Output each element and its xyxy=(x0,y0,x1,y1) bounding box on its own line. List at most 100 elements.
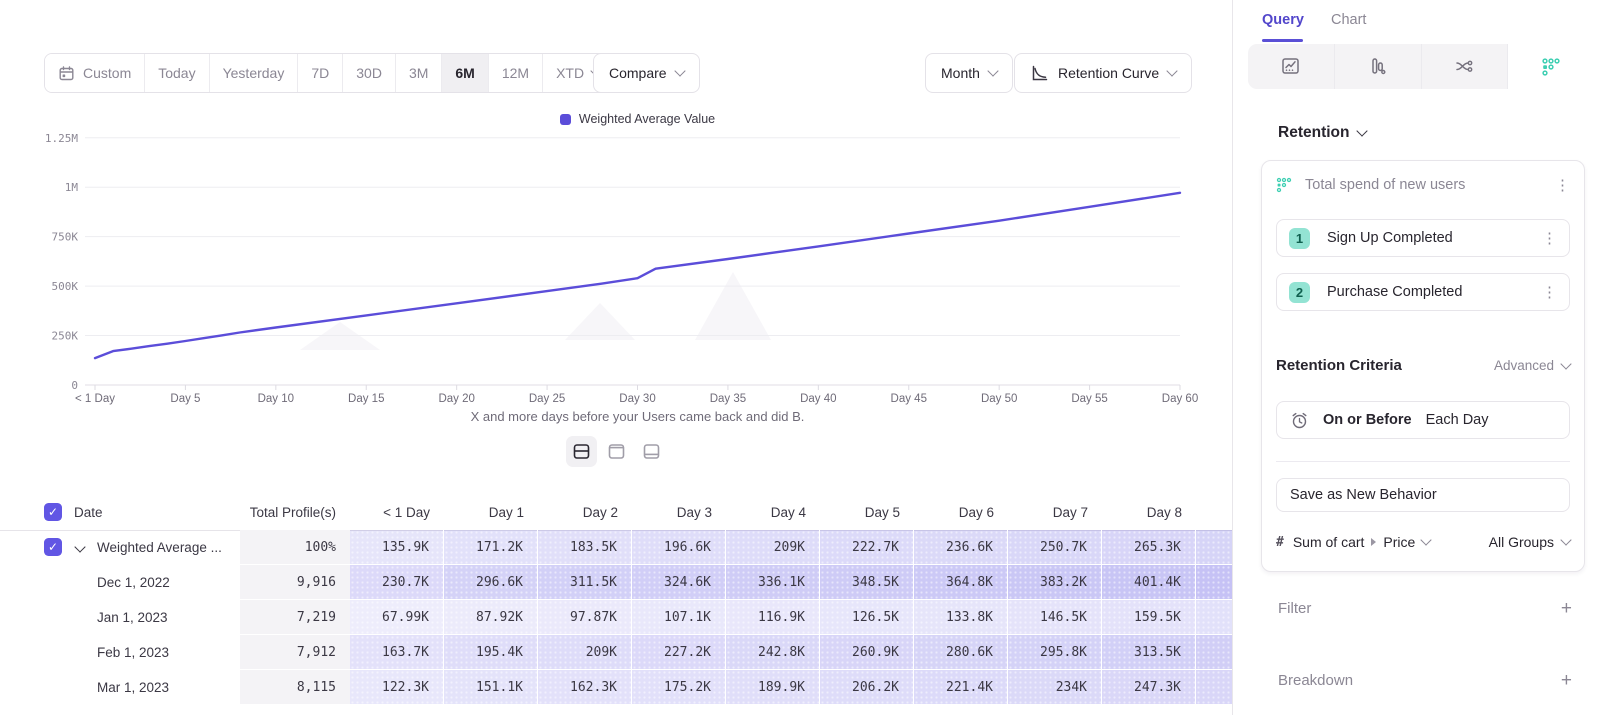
range-button-3m[interactable]: 3M xyxy=(396,54,442,92)
retention-value-cell[interactable]: 265.3K xyxy=(1102,530,1196,565)
kebab-menu-icon[interactable]: ⋮ xyxy=(1542,285,1557,300)
table-row[interactable]: Dec 1, 20229,916230.7K296.6K311.5K324.6K… xyxy=(0,565,1232,600)
add-breakdown-button[interactable]: + xyxy=(1561,671,1572,690)
chart-only-view-button[interactable] xyxy=(601,436,632,467)
retention-value-cell[interactable]: 122.3K xyxy=(350,670,444,705)
range-button-yesterday[interactable]: Yesterday xyxy=(210,54,299,92)
retention-value-cell[interactable]: 227.2K xyxy=(632,635,726,670)
retention-value-cell[interactable]: 250.7K xyxy=(1008,530,1102,565)
criteria-mode-dropdown[interactable]: Advanced xyxy=(1494,358,1570,373)
table-row[interactable]: Jan 1, 20237,21967.99K87.92K97.87K107.1K… xyxy=(0,600,1232,635)
table-row[interactable]: Mar 1, 20238,115122.3K151.1K162.3K175.2K… xyxy=(0,670,1232,705)
retention-value-cell[interactable]: 189.9K xyxy=(726,670,820,705)
tab-chart[interactable]: Chart xyxy=(1331,12,1366,28)
range-button-7d[interactable]: 7D xyxy=(298,54,343,92)
behavior-step-2[interactable]: 2Purchase Completed⋮ xyxy=(1276,273,1570,311)
bar-chart-icon[interactable] xyxy=(1335,44,1422,89)
save-as-new-behavior-button[interactable]: Save as New Behavior xyxy=(1276,478,1570,512)
retention-value-cell[interactable]: 236.6K xyxy=(914,530,1008,565)
behavior-step-1[interactable]: 1Sign Up Completed⋮ xyxy=(1276,219,1570,257)
granularity-button[interactable]: Month xyxy=(925,53,1013,93)
compare-button[interactable]: Compare xyxy=(593,53,700,93)
range-button-custom[interactable]: Custom xyxy=(45,54,145,92)
retention-value-cell-clipped[interactable] xyxy=(1196,565,1232,600)
retention-value-cell[interactable]: 171.2K xyxy=(444,530,538,565)
retention-value-cell[interactable]: 195.4K xyxy=(444,635,538,670)
tab-query[interactable]: Query xyxy=(1262,12,1304,28)
measure-dropdown[interactable]: Sum of cart Price xyxy=(1293,534,1431,550)
column-header-day-5[interactable]: Day 5 xyxy=(820,494,914,530)
retention-value-cell[interactable]: 97.87K xyxy=(538,600,632,635)
retention-value-cell[interactable]: 280.6K xyxy=(914,635,1008,670)
retention-value-cell[interactable]: 336.1K xyxy=(726,565,820,600)
kebab-menu-icon[interactable]: ⋮ xyxy=(1542,231,1557,246)
retention-value-cell[interactable]: 242.8K xyxy=(726,635,820,670)
insights-chart-icon[interactable] xyxy=(1248,44,1335,89)
range-button-30d[interactable]: 30D xyxy=(343,54,396,92)
retention-value-cell[interactable]: 296.6K xyxy=(444,565,538,600)
criteria-condition-row[interactable]: On or Before Each Day xyxy=(1276,401,1570,439)
retention-value-cell[interactable]: 313.5K xyxy=(1102,635,1196,670)
retention-value-cell[interactable]: 116.9K xyxy=(726,600,820,635)
retention-value-cell[interactable]: 196.6K xyxy=(632,530,726,565)
retention-curve-chart[interactable]: 0250K500K750K1M1.25M< 1 DayDay 5Day 10Da… xyxy=(0,100,1232,420)
retention-value-cell[interactable]: 126.5K xyxy=(820,600,914,635)
retention-value-cell[interactable]: 159.5K xyxy=(1102,600,1196,635)
retention-value-cell[interactable]: 151.1K xyxy=(444,670,538,705)
column-header--1-day[interactable]: < 1 Day xyxy=(350,494,444,530)
range-button-12m[interactable]: 12M xyxy=(489,54,543,92)
criteria-unit-label[interactable]: Each Day xyxy=(1426,412,1489,428)
retention-value-cell[interactable]: 311.5K xyxy=(538,565,632,600)
retention-grid-icon[interactable] xyxy=(1508,44,1594,89)
groups-dropdown[interactable]: All Groups xyxy=(1489,534,1570,550)
chart-style-button[interactable]: Retention Curve xyxy=(1014,53,1192,93)
column-header-day-2[interactable]: Day 2 xyxy=(538,494,632,530)
column-header-day-3[interactable]: Day 3 xyxy=(632,494,726,530)
retention-value-cell[interactable]: 324.6K xyxy=(632,565,726,600)
table-row[interactable]: Feb 1, 20237,912163.7K195.4K209K227.2K24… xyxy=(0,635,1232,670)
retention-value-cell[interactable]: 295.8K xyxy=(1008,635,1102,670)
retention-value-cell[interactable]: 260.9K xyxy=(820,635,914,670)
range-button-6m[interactable]: 6M xyxy=(442,54,488,92)
retention-value-cell[interactable]: 222.7K xyxy=(820,530,914,565)
retention-value-cell[interactable]: 87.92K xyxy=(444,600,538,635)
column-header-date[interactable]: Date xyxy=(0,494,240,530)
column-header-day-7[interactable]: Day 7 xyxy=(1008,494,1102,530)
retention-value-cell[interactable]: 230.7K xyxy=(350,565,444,600)
retention-value-cell[interactable]: 348.5K xyxy=(820,565,914,600)
retention-value-cell[interactable]: 221.4K xyxy=(914,670,1008,705)
kebab-menu-icon[interactable]: ⋮ xyxy=(1555,178,1570,193)
column-header-day-4[interactable]: Day 4 xyxy=(726,494,820,530)
column-header-day-6[interactable]: Day 6 xyxy=(914,494,1008,530)
range-button-today[interactable]: Today xyxy=(145,54,209,92)
retention-value-cell[interactable]: 401.4K xyxy=(1102,565,1196,600)
add-filter-button[interactable]: + xyxy=(1561,599,1572,618)
split-view-button[interactable] xyxy=(566,436,597,467)
report-type-dropdown[interactable]: Retention xyxy=(1278,124,1366,142)
retention-value-cell-clipped[interactable] xyxy=(1196,670,1232,705)
retention-value-cell[interactable]: 162.3K xyxy=(538,670,632,705)
retention-value-cell-clipped[interactable] xyxy=(1196,635,1232,670)
column-header-total-profiles[interactable]: Total Profile(s) xyxy=(240,494,350,530)
retention-value-cell[interactable]: 67.99K xyxy=(350,600,444,635)
retention-value-cell[interactable]: 175.2K xyxy=(632,670,726,705)
retention-value-cell[interactable]: 247.3K xyxy=(1102,670,1196,705)
retention-value-cell[interactable]: 364.8K xyxy=(914,565,1008,600)
retention-value-cell[interactable]: 163.7K xyxy=(350,635,444,670)
retention-line-series[interactable] xyxy=(95,193,1180,358)
flows-icon[interactable] xyxy=(1422,44,1509,89)
retention-value-cell[interactable]: 383.2K xyxy=(1008,565,1102,600)
retention-value-cell[interactable]: 133.8K xyxy=(914,600,1008,635)
retention-value-cell-clipped[interactable] xyxy=(1196,530,1232,565)
retention-value-cell-clipped[interactable] xyxy=(1196,600,1232,635)
table-only-view-button[interactable] xyxy=(636,436,667,467)
retention-value-cell[interactable]: 234K xyxy=(1008,670,1102,705)
column-header-day-1[interactable]: Day 1 xyxy=(444,494,538,530)
table-row[interactable]: ✓Weighted Average ...100%135.9K171.2K183… xyxy=(0,530,1232,565)
retention-value-cell[interactable]: 206.2K xyxy=(820,670,914,705)
retention-value-cell[interactable]: 107.1K xyxy=(632,600,726,635)
retention-value-cell[interactable]: 183.5K xyxy=(538,530,632,565)
column-header-day-8[interactable]: Day 8 xyxy=(1102,494,1196,530)
retention-value-cell[interactable]: 209K xyxy=(726,530,820,565)
retention-value-cell[interactable]: 135.9K xyxy=(350,530,444,565)
